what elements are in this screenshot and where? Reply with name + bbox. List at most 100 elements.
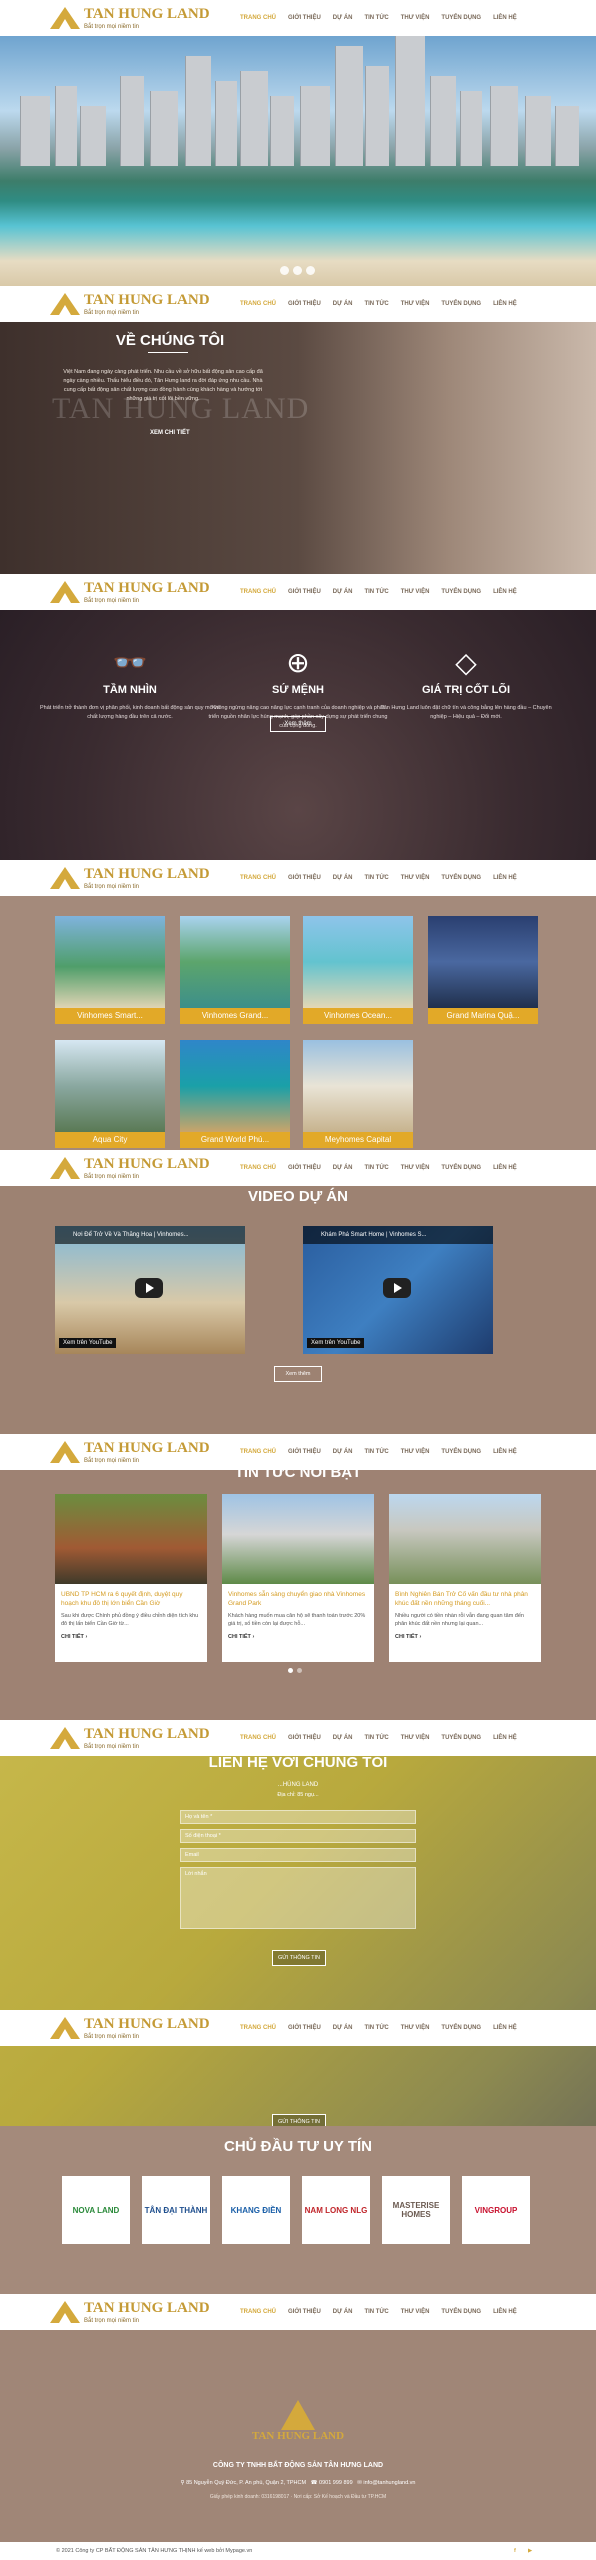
nav-item[interactable]: DỰ ÁN: [327, 589, 359, 595]
project-name[interactable]: Grand World Phú...: [180, 1132, 290, 1148]
phone-field[interactable]: Số điện thoại *: [180, 1829, 416, 1843]
nav-item[interactable]: TIN TỨC: [358, 301, 394, 307]
site-logo[interactable]: TAN HUNG LAND Bắt trọn mọi niềm tin: [50, 1726, 210, 1750]
message-field[interactable]: Lời nhắn: [180, 1867, 416, 1929]
youtube-link[interactable]: Xem trên YouTube: [307, 1338, 365, 1348]
project-card[interactable]: Grand World Phú...: [180, 1040, 290, 1148]
news-card-more[interactable]: CHI TIẾT ›: [55, 1628, 207, 1640]
nav-item[interactable]: THƯ VIỆN: [395, 1735, 436, 1741]
nav-item[interactable]: GIỚI THIỆU: [282, 1449, 327, 1455]
nav-item[interactable]: TUYỂN DỤNG: [435, 589, 487, 595]
nav-item[interactable]: DỰ ÁN: [327, 875, 359, 881]
project-name[interactable]: Vinhomes Grand...: [180, 1008, 290, 1024]
pager-dot[interactable]: [297, 1668, 302, 1673]
youtube-icon[interactable]: ▶: [528, 2542, 532, 2560]
site-logo[interactable]: TAN HUNG LAND Bắt trọn mọi niềm tin: [50, 1156, 210, 1180]
footer-email[interactable]: info@tanhungland.vn: [363, 2480, 415, 2486]
investor-logo[interactable]: NOVA LAND: [62, 2176, 130, 2244]
nav-item[interactable]: LIÊN HỆ: [487, 589, 523, 595]
project-card[interactable]: Aqua City: [55, 1040, 165, 1148]
project-card[interactable]: Grand Marina Quậ...: [428, 916, 538, 1024]
nav-item[interactable]: GIỚI THIỆU: [282, 2025, 327, 2031]
nav-item[interactable]: TUYỂN DỤNG: [435, 1165, 487, 1171]
nav-item[interactable]: LIÊN HỆ: [487, 1165, 523, 1171]
nav-item[interactable]: THƯ VIỆN: [395, 15, 436, 21]
nav-item[interactable]: LIÊN HỆ: [487, 1449, 523, 1455]
investor-logo[interactable]: NAM LONG NLG: [302, 2176, 370, 2244]
slider-dot[interactable]: [280, 266, 289, 275]
project-name[interactable]: Aqua City: [55, 1132, 165, 1148]
site-logo[interactable]: TAN HUNG LAND Bắt trọn mọi niềm tin: [50, 2016, 210, 2040]
nav-item[interactable]: LIÊN HỆ: [487, 2025, 523, 2031]
site-logo[interactable]: TAN HUNG LAND Bắt trọn mọi niềm tin: [50, 292, 210, 316]
project-card[interactable]: Meyhomes Capital: [303, 1040, 413, 1148]
nav-item[interactable]: TRANG CHỦ: [234, 2025, 282, 2031]
youtube-link[interactable]: Xem trên YouTube: [59, 1338, 117, 1348]
nav-item[interactable]: THƯ VIỆN: [395, 1449, 436, 1455]
play-icon[interactable]: [135, 1278, 163, 1298]
investor-logo[interactable]: MASTERISE HOMES: [382, 2176, 450, 2244]
nav-item[interactable]: TIN TỨC: [358, 2025, 394, 2031]
submit-button[interactable]: GỬI THÔNG TIN: [272, 1950, 326, 1966]
values-more-button[interactable]: Xem thêm: [270, 716, 326, 732]
nav-item[interactable]: DỰ ÁN: [327, 301, 359, 307]
nav-item[interactable]: TIN TỨC: [358, 589, 394, 595]
project-card[interactable]: Vinhomes Smart...: [55, 916, 165, 1024]
project-card[interactable]: Vinhomes Ocean...: [303, 916, 413, 1024]
about-detail-link[interactable]: XEM CHI TIẾT: [150, 430, 190, 436]
nav-item[interactable]: THƯ VIỆN: [395, 2309, 436, 2315]
nav-item[interactable]: TUYỂN DỤNG: [435, 1449, 487, 1455]
nav-item[interactable]: TUYỂN DỤNG: [435, 1735, 487, 1741]
project-card[interactable]: Vinhomes Grand...: [180, 916, 290, 1024]
nav-item[interactable]: GIỚI THIỆU: [282, 15, 327, 21]
site-logo[interactable]: TAN HUNG LAND Bắt trọn mọi niềm tin: [50, 580, 210, 604]
nav-item[interactable]: GIỚI THIỆU: [282, 1165, 327, 1171]
nav-item[interactable]: GIỚI THIỆU: [282, 1735, 327, 1741]
nav-item[interactable]: DỰ ÁN: [327, 2025, 359, 2031]
investor-logo[interactable]: KHANG ĐIỀN: [222, 2176, 290, 2244]
project-name[interactable]: Vinhomes Ocean...: [303, 1008, 413, 1024]
nav-item[interactable]: TUYỂN DỤNG: [435, 2309, 487, 2315]
video-player[interactable]: Khám Phá Smart Home | Vinhomes S... Xem …: [303, 1226, 493, 1354]
nav-item[interactable]: LIÊN HỆ: [487, 2309, 523, 2315]
nav-item[interactable]: TRANG CHỦ: [234, 589, 282, 595]
nav-item[interactable]: GIỚI THIỆU: [282, 589, 327, 595]
nav-item[interactable]: TIN TỨC: [358, 2309, 394, 2315]
news-card-title[interactable]: Vinhomes sẵn sàng chuyển giao nhà Vinhom…: [222, 1584, 374, 1608]
news-card[interactable]: Bình Nghiên Bán Trở Cố vấn đầu tư nhà ph…: [389, 1494, 541, 1662]
project-name[interactable]: Grand Marina Quậ...: [428, 1008, 538, 1024]
nav-item[interactable]: DỰ ÁN: [327, 15, 359, 21]
nav-item[interactable]: TUYỂN DỤNG: [435, 2025, 487, 2031]
name-field[interactable]: Họ và tên *: [180, 1810, 416, 1824]
nav-item[interactable]: TUYỂN DỤNG: [435, 301, 487, 307]
nav-item[interactable]: TRANG CHỦ: [234, 1735, 282, 1741]
nav-item[interactable]: TRANG CHỦ: [234, 2309, 282, 2315]
nav-item[interactable]: LIÊN HỆ: [487, 1735, 523, 1741]
nav-item[interactable]: THƯ VIỆN: [395, 875, 436, 881]
nav-item[interactable]: GIỚI THIỆU: [282, 875, 327, 881]
nav-item[interactable]: LIÊN HỆ: [487, 15, 523, 21]
nav-item[interactable]: TUYỂN DỤNG: [435, 875, 487, 881]
nav-item[interactable]: DỰ ÁN: [327, 1735, 359, 1741]
nav-item[interactable]: TIN TỨC: [358, 1449, 394, 1455]
nav-item[interactable]: TRANG CHỦ: [234, 1165, 282, 1171]
nav-item[interactable]: THƯ VIỆN: [395, 1165, 436, 1171]
nav-item[interactable]: TRANG CHỦ: [234, 15, 282, 21]
site-logo[interactable]: TAN HUNG LAND Bắt trọn mọi niềm tin: [50, 6, 210, 30]
nav-item[interactable]: TIN TỨC: [358, 875, 394, 881]
nav-item[interactable]: THƯ VIỆN: [395, 2025, 436, 2031]
site-logo[interactable]: TAN HUNG LAND Bắt trọn mọi niềm tin: [50, 1440, 210, 1464]
footer-logo[interactable]: TAN HUNG LAND: [250, 2400, 346, 2442]
nav-item[interactable]: GIỚI THIỆU: [282, 301, 327, 307]
news-card-more[interactable]: CHI TIẾT ›: [389, 1628, 541, 1640]
email-field[interactable]: Email: [180, 1848, 416, 1862]
nav-item[interactable]: DỰ ÁN: [327, 1449, 359, 1455]
project-name[interactable]: Meyhomes Capital: [303, 1132, 413, 1148]
video-player[interactable]: Nơi Để Trở Về Và Thăng Hoa | Vinhomes...…: [55, 1226, 245, 1354]
nav-item[interactable]: TRANG CHỦ: [234, 301, 282, 307]
nav-item[interactable]: DỰ ÁN: [327, 2309, 359, 2315]
nav-item[interactable]: DỰ ÁN: [327, 1165, 359, 1171]
nav-item[interactable]: LIÊN HỆ: [487, 875, 523, 881]
nav-item[interactable]: TUYỂN DỤNG: [435, 15, 487, 21]
nav-item[interactable]: GIỚI THIỆU: [282, 2309, 327, 2315]
